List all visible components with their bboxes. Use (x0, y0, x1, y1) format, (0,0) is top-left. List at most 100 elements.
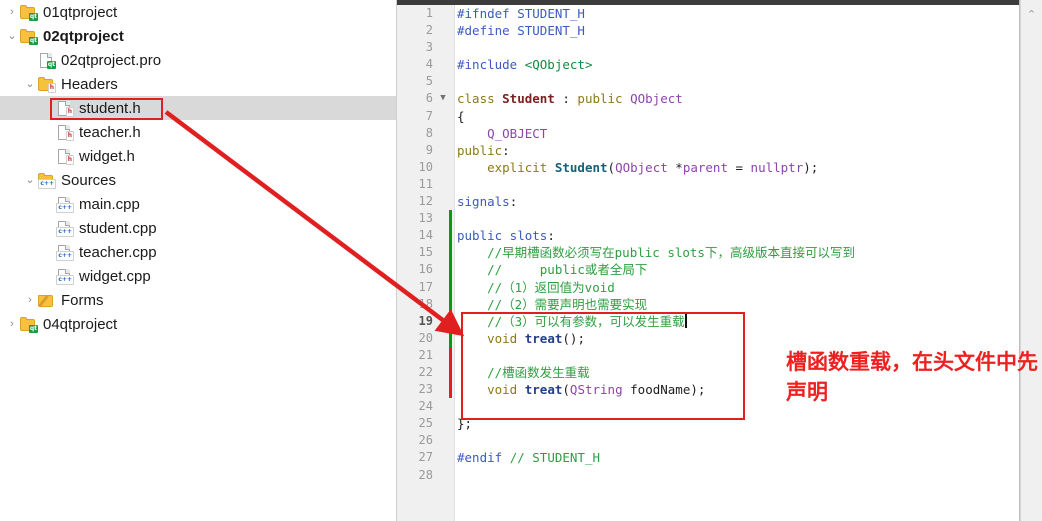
line-number: 17 (418, 279, 433, 294)
code-token: #include (457, 57, 525, 73)
chevron-down-icon[interactable]: ⌄ (4, 30, 20, 42)
code-token: : (502, 142, 510, 158)
code-token: #define (457, 23, 518, 39)
code-line-12[interactable]: 12 signals: (397, 193, 1020, 210)
code-line-25[interactable]: 25}; (397, 415, 1020, 432)
code-editor-pane[interactable]: 1 #ifndef STUDENT_H 2 #define STUDENT_H 3 4 #i… (397, 0, 1020, 521)
tree-item-widget-cpp[interactable]: c++ widget.cpp (0, 264, 397, 288)
icon-badge: h (65, 106, 74, 117)
line-number: 15 (418, 245, 433, 260)
code-line-5[interactable]: 5 (397, 73, 1020, 90)
cpp-file-icon: c++ (56, 196, 74, 213)
tree-item-forms[interactable]: › Forms (0, 288, 397, 312)
tree-item-02qtproject-pro[interactable]: qt 02qtproject.pro (0, 48, 397, 72)
code-text-area[interactable]: 1 #ifndef STUDENT_H 2 #define STUDENT_H 3 4 #i… (397, 5, 1020, 521)
line-number: 9 (425, 142, 433, 157)
chevron-right-icon[interactable]: › (4, 6, 20, 18)
code-line-27[interactable]: 27 #endif // STUDENT_H (397, 449, 1020, 466)
code-line-10[interactable]: 10 explicit Student(QObject *parent = nu… (397, 159, 1020, 176)
line-number: 21 (418, 347, 433, 362)
chevron-right-icon[interactable]: › (4, 318, 20, 330)
tree-item-student-cpp[interactable]: c++ student.cpp (0, 216, 397, 240)
code-line-3[interactable]: 3 (397, 39, 1020, 56)
code-token: void (487, 330, 525, 346)
tree-item-label: 02qtproject (43, 27, 124, 45)
code-token: QObject (615, 159, 676, 175)
cpp-file-icon: c++ (56, 220, 74, 237)
code-line-18[interactable]: 18 //（2）需要声明也需要实现 (397, 296, 1020, 313)
code-line-7[interactable]: 7{ (397, 108, 1020, 125)
code-token: treat (524, 382, 563, 398)
icon-badge: c++ (56, 202, 74, 213)
code-line-8[interactable]: 8 Q_OBJECT (397, 125, 1020, 142)
code-token: void (487, 382, 525, 398)
tree-item-label: widget.cpp (79, 267, 151, 285)
tree-item-02qtproject[interactable]: ⌄ qt 02qtproject (0, 24, 397, 48)
code-line-26[interactable]: 26 (397, 432, 1020, 449)
chevron-right-icon[interactable]: › (22, 294, 38, 306)
icon-badge: h (65, 154, 74, 165)
code-line-20[interactable]: 20 void treat(); (397, 330, 1020, 347)
chevron-down-icon[interactable]: ⌄ (22, 78, 38, 90)
code-line-14[interactable]: 14 public slots: (397, 227, 1020, 244)
line-number: 2 (425, 23, 433, 38)
code-line-28[interactable]: 28 (397, 467, 1020, 484)
code-text: //槽函数发生重载 (457, 364, 590, 381)
code-token: QString (569, 382, 631, 398)
icon-badge: h (47, 82, 56, 93)
tree-item-headers[interactable]: ⌄ h Headers (0, 72, 397, 96)
code-text: Q_OBJECT (457, 125, 547, 142)
code-text: }; (457, 415, 472, 432)
icon-badge: h (65, 130, 74, 141)
code-text: #include <QObject> (457, 56, 592, 73)
code-token: class (457, 91, 503, 107)
line-number: 18 (418, 296, 433, 311)
vertical-scrollbar[interactable]: ⌃ (1020, 0, 1042, 521)
tree-item-teacher-cpp[interactable]: c++ teacher.cpp (0, 240, 397, 264)
scrollbar-thumb[interactable] (1023, 26, 1040, 486)
code-line-4[interactable]: 4 #include <QObject> (397, 56, 1020, 73)
code-token: public (577, 91, 623, 107)
tree-item-widget-h[interactable]: h widget.h (0, 144, 397, 168)
code-text: explicit Student(QObject *parent = nullp… (457, 159, 818, 176)
tree-item-label: teacher.h (79, 123, 141, 141)
code-token: foodName (630, 382, 691, 398)
code-line-9[interactable]: 9 public: (397, 142, 1020, 159)
scroll-up-icon[interactable]: ⌃ (1021, 5, 1042, 25)
code-token: #endif (457, 450, 510, 466)
fold-collapse-icon[interactable]: ▼ (437, 90, 449, 107)
qt-project-folder-icon: qt (20, 4, 38, 21)
header-file-icon: h (56, 124, 74, 141)
tree-item-student-h[interactable]: h student.h (0, 96, 397, 120)
code-line-11[interactable]: 11 (397, 176, 1020, 193)
code-line-1[interactable]: 1 #ifndef STUDENT_H (397, 5, 1020, 22)
project-tree-pane[interactable]: › qt 01qtproject ⌄ qt 02qtproject qt 02qtproje… (0, 0, 397, 521)
code-token: Student (554, 159, 608, 175)
tree-item-sources[interactable]: ⌄ c++ Sources (0, 168, 397, 192)
code-token: // STUDENT_H (509, 450, 600, 466)
code-line-6[interactable]: 6 ▼ class Student : public QObject (397, 90, 1020, 107)
tree-item-label: 02qtproject.pro (61, 51, 162, 69)
code-line-15[interactable]: 15 //早期槽函数必须写在public slots下，高级版本直接可以写到 (397, 244, 1020, 261)
tree-item-label: widget.h (79, 147, 135, 165)
code-line-19[interactable]: 19 //（3）可以有参数，可以发生重载 (397, 313, 1020, 330)
line-number: 22 (418, 364, 433, 379)
chevron-down-icon[interactable]: ⌄ (22, 174, 38, 186)
code-text: #ifndef STUDENT_H (457, 5, 585, 22)
code-line-17[interactable]: 17 //（1）返回值为void (397, 279, 1020, 296)
tree-item-04qtproject[interactable]: › qt 04qtproject (0, 312, 397, 336)
code-text: public: (457, 142, 510, 159)
tree-item-teacher-h[interactable]: h teacher.h (0, 120, 397, 144)
line-number: 13 (418, 211, 433, 226)
tree-item-label: Forms (61, 291, 104, 309)
code-line-16[interactable]: 16 // public或者全局下 (397, 261, 1020, 278)
tree-item-main-cpp[interactable]: c++ main.cpp (0, 192, 397, 216)
tree-item-01qtproject[interactable]: › qt 01qtproject (0, 0, 397, 24)
code-line-2[interactable]: 2 #define STUDENT_H (397, 22, 1020, 39)
code-line-13[interactable]: 13 (397, 210, 1020, 227)
